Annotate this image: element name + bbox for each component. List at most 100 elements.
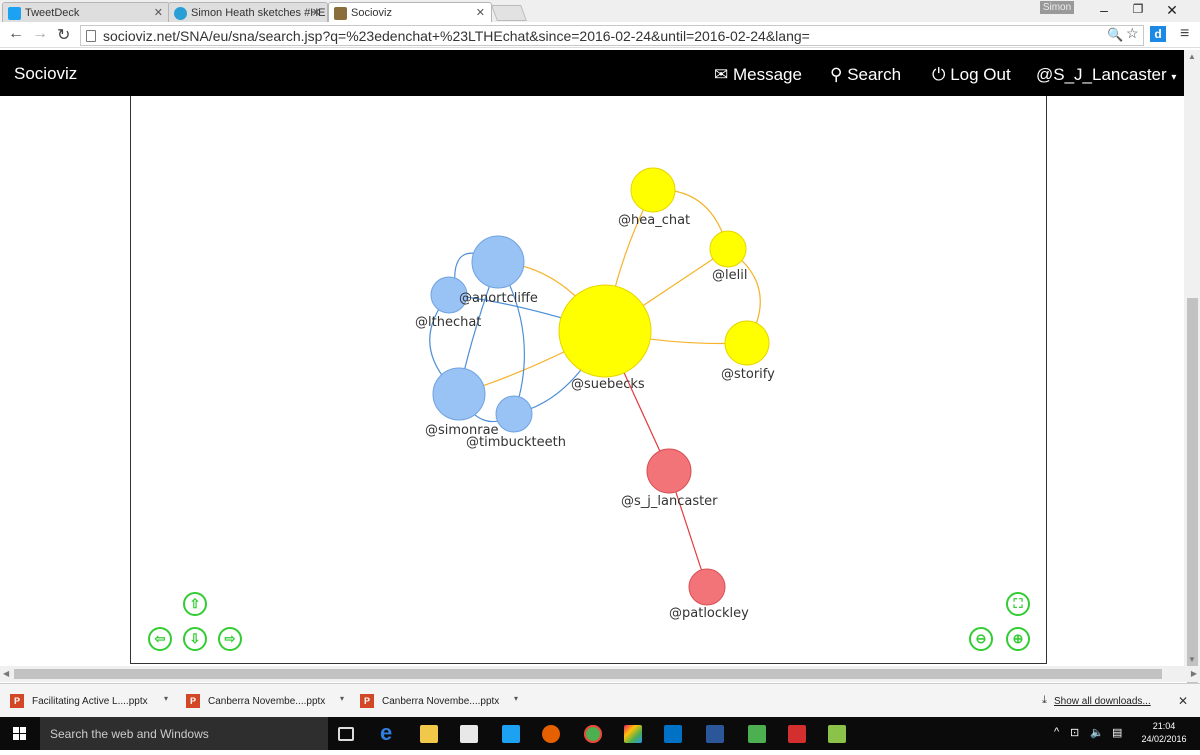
- powerpoint-icon: P: [360, 694, 374, 708]
- tab-tweetdeck[interactable]: TweetDeck ✕: [2, 2, 170, 22]
- taskbar-search[interactable]: Search the web and Windows: [40, 717, 328, 750]
- system-clock[interactable]: 21:04 24/02/2016: [1134, 720, 1194, 746]
- chevron-down-icon[interactable]: ▾: [514, 694, 518, 703]
- outlook-icon[interactable]: [664, 725, 682, 743]
- download-filename: Canberra Novembe....pptx: [208, 696, 326, 707]
- notification-icon[interactable]: ▤: [1112, 726, 1122, 739]
- app-navbar: Socioviz ✉ Message ⚲ Search ⏻ Log Out @S…: [0, 50, 1200, 96]
- show-all-downloads-link[interactable]: Show all downloads...: [1054, 696, 1151, 707]
- scroll-left-icon[interactable]: ◀: [3, 669, 9, 678]
- file-explorer-icon[interactable]: [420, 725, 438, 743]
- back-icon[interactable]: ←: [8, 25, 24, 43]
- close-icon[interactable]: ✕: [476, 6, 485, 19]
- close-icon[interactable]: ✕: [312, 6, 321, 19]
- twitter-icon: [8, 7, 21, 20]
- task-view-icon[interactable]: [338, 727, 354, 741]
- node-hea-chat[interactable]: [630, 167, 676, 213]
- extension-icon[interactable]: d: [1150, 26, 1166, 42]
- pan-up-button[interactable]: ⇧: [183, 592, 207, 616]
- window-close-icon[interactable]: ✕: [1162, 2, 1182, 19]
- powerpoint-icon: P: [10, 694, 24, 708]
- pan-down-button[interactable]: ⇩: [183, 627, 207, 651]
- caret-down-icon: ▾: [1171, 72, 1177, 83]
- close-icon[interactable]: ✕: [154, 6, 163, 19]
- node-lelil[interactable]: [709, 230, 747, 268]
- paint-icon[interactable]: [624, 725, 642, 743]
- tray-chevron-icon[interactable]: ^: [1054, 726, 1059, 738]
- chrome-icon[interactable]: [584, 725, 602, 743]
- network-graph[interactable]: @hea_chat @lelil @suebecks @storify @ano…: [131, 96, 1048, 664]
- nav-search[interactable]: ⚲ Search: [830, 65, 901, 85]
- node-patlockley[interactable]: [688, 568, 726, 606]
- up-arrow-icon: ⇧: [189, 596, 201, 611]
- windows-logo-icon: [13, 727, 26, 740]
- forward-icon[interactable]: →: [32, 25, 48, 43]
- tab-label: Simon Heath sketches #HE: [191, 7, 326, 19]
- tab-socioviz[interactable]: Socioviz ✕: [328, 2, 492, 22]
- node-label: @s_j_lancaster: [621, 494, 718, 509]
- acrobat-icon[interactable]: [788, 725, 806, 743]
- network-icon[interactable]: ⊡: [1070, 726, 1079, 739]
- node-s-j-lancaster[interactable]: [646, 448, 692, 494]
- app-icon[interactable]: [748, 725, 766, 743]
- fit-screen-button[interactable]: ⛶: [1006, 592, 1030, 616]
- twitter-icon[interactable]: [502, 725, 520, 743]
- zoom-in-button[interactable]: ⊕: [1006, 627, 1030, 651]
- zoom-icon[interactable]: 🔍: [1107, 27, 1123, 43]
- node-suebecks[interactable]: [558, 284, 652, 378]
- chevron-down-icon[interactable]: ▾: [340, 694, 344, 703]
- edge-icon[interactable]: e: [380, 720, 398, 745]
- scroll-up-icon[interactable]: ▲: [1188, 52, 1196, 61]
- node-anortcliffe[interactable]: [471, 235, 525, 289]
- reload-icon[interactable]: ↻: [57, 25, 70, 45]
- new-tab-button[interactable]: [491, 5, 527, 21]
- node-storify[interactable]: [724, 320, 770, 366]
- nav-user-label: @S_J_Lancaster: [1036, 65, 1167, 84]
- nav-message[interactable]: ✉ Message: [714, 65, 802, 85]
- app-icon[interactable]: [828, 725, 846, 743]
- scroll-right-icon[interactable]: ▶: [1191, 669, 1197, 678]
- volume-icon[interactable]: 🔈: [1090, 726, 1104, 739]
- vertical-scrollbar[interactable]: ▲ ▼: [1184, 50, 1200, 702]
- powerpoint-icon: P: [186, 694, 200, 708]
- download-item[interactable]: P Canberra Novembe....pptx ▾: [350, 690, 522, 712]
- address-bar[interactable]: socioviz.net/SNA/eu/sna/search.jsp?q=%23…: [80, 25, 1144, 46]
- pan-left-button[interactable]: ⇦: [148, 627, 172, 651]
- chevron-down-icon[interactable]: ▾: [164, 694, 168, 703]
- word-icon[interactable]: [706, 725, 724, 743]
- pan-right-button[interactable]: ⇨: [218, 627, 242, 651]
- firefox-icon[interactable]: [542, 725, 560, 743]
- graph-canvas[interactable]: @hea_chat @lelil @suebecks @storify @ano…: [130, 96, 1047, 664]
- download-icon: ⤓: [1042, 694, 1047, 706]
- download-item[interactable]: P Facilitating Active L....pptx ▾: [0, 690, 172, 712]
- nav-user-dropdown[interactable]: @S_J_Lancaster ▾: [1036, 65, 1176, 85]
- horizontal-scrollbar[interactable]: ◀ ▶: [0, 666, 1200, 682]
- brand-logo[interactable]: Socioviz: [14, 64, 77, 84]
- zoom-out-button[interactable]: ⊖: [969, 627, 993, 651]
- windows-taskbar: Search the web and Windows e ^ ⊡ 🔈 ▤ 21:…: [0, 717, 1200, 750]
- node-simonrae[interactable]: [432, 367, 486, 421]
- url-text: socioviz.net/SNA/eu/sna/search.jsp?q=%23…: [103, 28, 810, 44]
- download-item[interactable]: P Canberra Novembe....pptx ▾: [176, 690, 348, 712]
- site-icon: [174, 7, 187, 20]
- scroll-thumb[interactable]: [1187, 298, 1198, 702]
- store-icon[interactable]: [460, 725, 478, 743]
- start-button[interactable]: [0, 717, 40, 750]
- envelope-icon: ✉: [714, 65, 729, 84]
- node-label: @timbuckteeth: [466, 435, 566, 450]
- download-filename: Facilitating Active L....pptx: [32, 696, 148, 707]
- restore-icon[interactable]: ❐: [1128, 2, 1148, 16]
- download-bar: P Facilitating Active L....pptx ▾ P Canb…: [0, 683, 1200, 717]
- menu-icon[interactable]: ≡: [1180, 25, 1189, 43]
- close-icon[interactable]: ✕: [1178, 694, 1188, 708]
- down-arrow-icon: ⇩: [189, 631, 201, 646]
- nav-logout[interactable]: ⏻ Log Out: [932, 65, 1011, 85]
- profile-chip[interactable]: Simon: [1040, 1, 1074, 14]
- node-timbuckteeth[interactable]: [495, 395, 533, 433]
- tab-simon-heath[interactable]: Simon Heath sketches #HE ✕: [168, 2, 328, 22]
- scroll-thumb[interactable]: [14, 669, 1162, 679]
- minimize-icon[interactable]: –: [1094, 2, 1114, 18]
- nav-message-label: Message: [732, 65, 802, 84]
- star-icon[interactable]: ☆: [1126, 25, 1139, 42]
- scroll-down-icon[interactable]: ▼: [1188, 655, 1196, 664]
